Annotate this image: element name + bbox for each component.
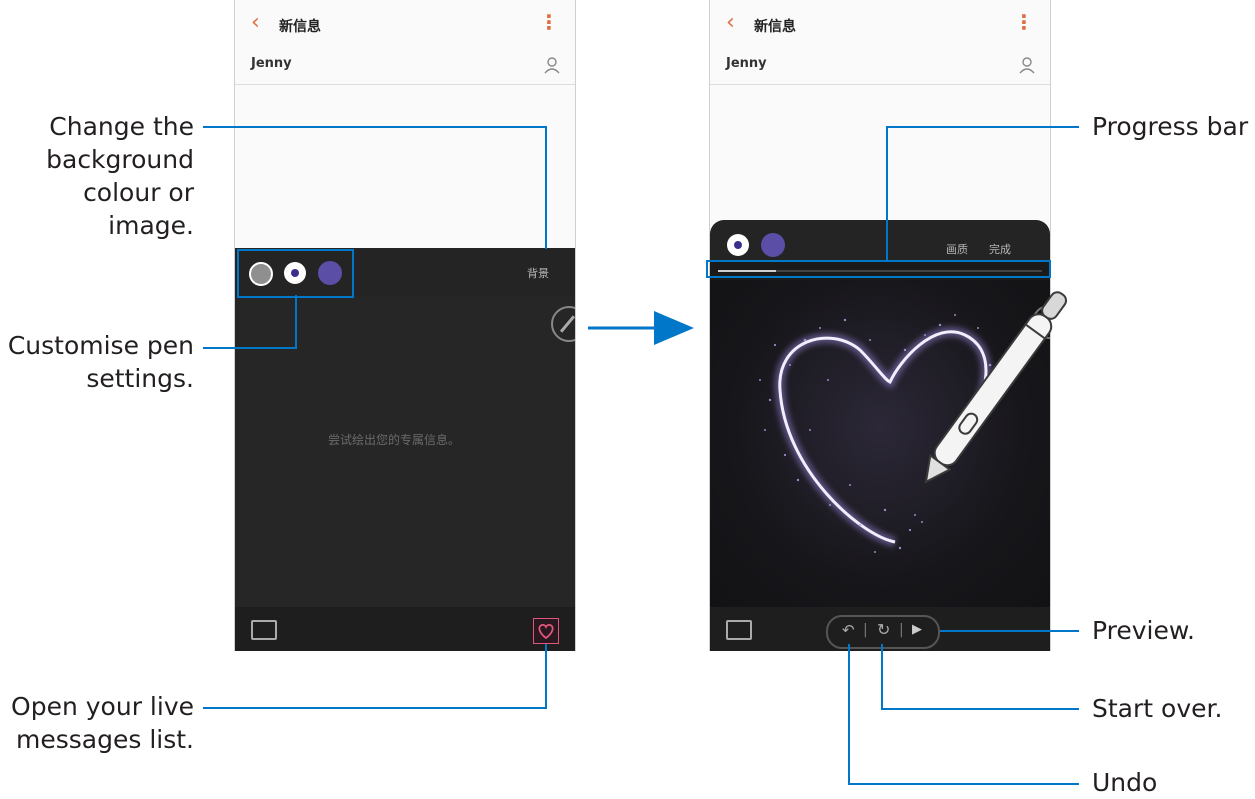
- back-button[interactable]: ‹: [726, 10, 735, 35]
- callout-line: [886, 126, 888, 260]
- flow-arrow: [588, 311, 694, 345]
- callout-line: [848, 644, 850, 785]
- callout-line: [203, 347, 297, 349]
- keyboard-icon[interactable]: [726, 620, 752, 640]
- recipient-name: Jenny: [251, 56, 292, 71]
- callout-line: [295, 295, 297, 349]
- done-button[interactable]: 完成: [989, 241, 1011, 257]
- app-bar: ‹ 新信息 ⋮: [235, 0, 575, 44]
- callout-line: [848, 783, 1079, 785]
- more-options-button[interactable]: ⋮: [539, 10, 559, 34]
- callout-start-over: Start over.: [1092, 694, 1223, 723]
- divider: [710, 84, 1050, 85]
- callout-line: [881, 708, 1079, 710]
- callout-line: [203, 126, 547, 128]
- canvas-hint: 尝试绘出您的专属信息。: [328, 433, 461, 447]
- divider: [235, 84, 575, 85]
- callout-line: [203, 707, 547, 709]
- contact-icon[interactable]: [543, 56, 561, 74]
- pen-color-swatch[interactable]: [761, 233, 785, 257]
- callout-background: Change the background colour or image.: [46, 112, 194, 240]
- more-options-button[interactable]: ⋮: [1014, 10, 1034, 34]
- callout-line: [940, 630, 1079, 632]
- back-button[interactable]: ‹: [251, 10, 260, 35]
- start-over-icon[interactable]: ↻: [877, 620, 890, 639]
- callout-preview: Preview.: [1092, 616, 1195, 645]
- pen-settings-highlight: [237, 249, 354, 298]
- drawing-canvas[interactable]: [235, 296, 575, 607]
- progress-bar-highlight: [706, 260, 1051, 278]
- separator-1: |: [863, 622, 868, 638]
- s-pen-illustration: [924, 291, 1067, 484]
- live-messages-heart-icon[interactable]: [533, 618, 559, 644]
- app-bar: ‹ 新信息 ⋮: [710, 0, 1050, 44]
- recipient-name: Jenny: [726, 56, 767, 71]
- contact-icon[interactable]: [1018, 56, 1036, 74]
- callout-line: [881, 644, 883, 710]
- left-phone-screen: ‹ 新信息 ⋮ Jenny 背景 尝试绘出您的专属信息。: [234, 0, 576, 651]
- background-button[interactable]: 背景: [527, 265, 549, 281]
- page-title: 新信息: [279, 19, 321, 35]
- callout-line: [545, 126, 547, 249]
- callout-undo: Undo: [1092, 768, 1158, 797]
- undo-icon[interactable]: ↶: [842, 621, 855, 639]
- pen-size-swatch[interactable]: [727, 234, 749, 256]
- bottom-bar: [235, 607, 575, 651]
- playback-controls: ↶ | ↻ | ▶: [826, 615, 940, 649]
- callout-pen: Customise pen settings.: [7, 331, 194, 393]
- separator-2: |: [899, 622, 904, 638]
- keyboard-icon[interactable]: [251, 620, 277, 640]
- quality-button[interactable]: 画质: [946, 241, 968, 257]
- callout-live-list: Open your live messages list.: [11, 692, 194, 754]
- preview-icon[interactable]: ▶: [912, 622, 922, 637]
- callout-progress: Progress bar: [1092, 112, 1249, 141]
- callout-line: [545, 644, 547, 709]
- callout-line: [886, 126, 1079, 128]
- page-title: 新信息: [754, 19, 796, 35]
